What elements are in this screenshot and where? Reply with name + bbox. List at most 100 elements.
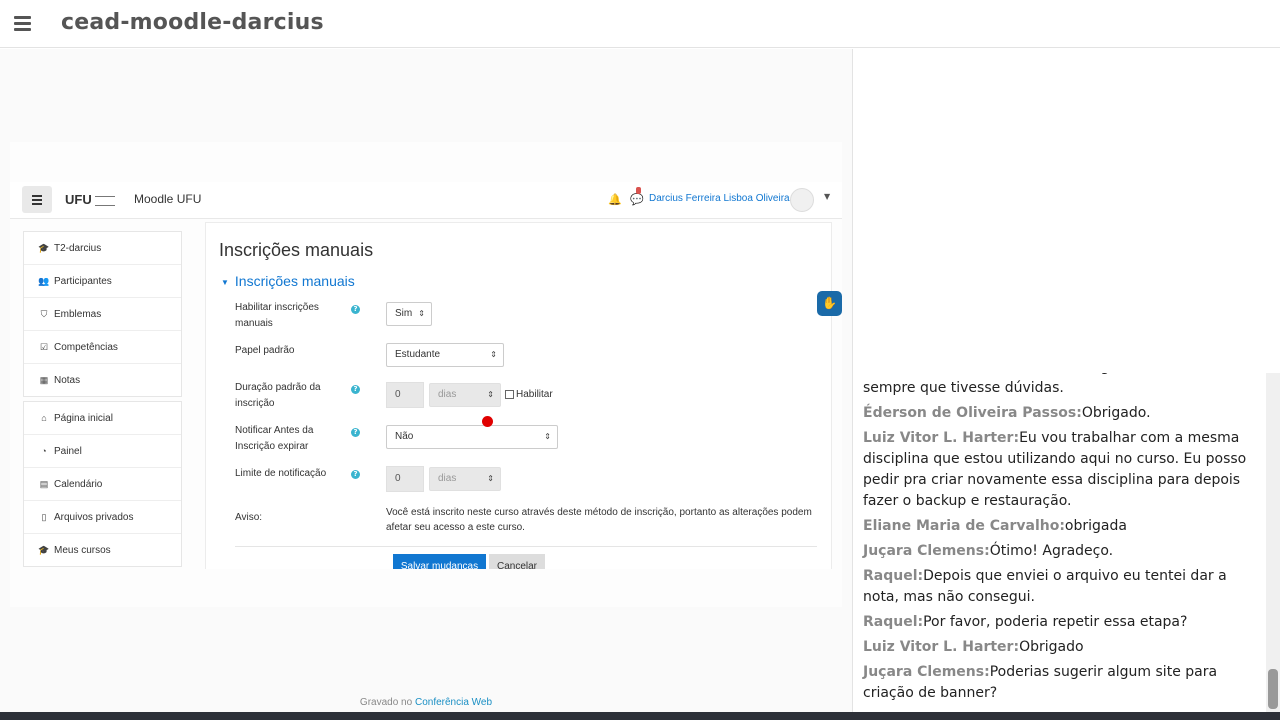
duration-unit-value: dias <box>438 389 457 400</box>
table-icon: ▦ <box>39 374 49 385</box>
user-name[interactable]: Darcius Ferreira Lisboa Oliveira <box>649 193 790 204</box>
menu-icon[interactable] <box>14 16 31 31</box>
chat-author: Luiz Vitor L. Harter: <box>863 430 1020 446</box>
sidebar-item[interactable]: ▯ Arquivos privados <box>24 501 181 534</box>
chat-message: São muitos recursos e detalhes e gostari… <box>863 373 1253 399</box>
check-square-icon: ☑ <box>39 341 49 352</box>
select-arrow-icon: ⇕ <box>418 309 425 318</box>
role-select[interactable]: Estudante ⇕ <box>386 343 504 367</box>
chat-message: Juçara Clemens:Poderias sugerir algum si… <box>863 662 1253 704</box>
checkbox-box <box>505 389 514 399</box>
chat-message: Luiz Vitor L. Harter:Obrigado <box>863 637 1253 658</box>
notify-label: Notificar Antes da Inscrição expirar <box>235 425 314 452</box>
warning-text: Você está inscrito neste curso através d… <box>386 507 812 533</box>
chat-message: Éderson de Oliveira Passos:Obrigado. <box>863 403 1253 424</box>
chevron-down-icon[interactable]: ▼ <box>824 192 830 201</box>
file-icon: ▯ <box>41 511 47 522</box>
sidebar-item-label: Arquivos privados <box>54 511 134 523</box>
ufu-logo: UFU <box>65 192 118 207</box>
shared-screen: UFU Moodle UFU 🔔 💬 Darcius Ferreira Lisb… <box>10 142 842 607</box>
sidebar-item-label: Competências <box>54 341 118 353</box>
form-divider <box>235 546 817 547</box>
chat-scrollbar[interactable] <box>1266 373 1280 712</box>
sidebar-item-label: T2-darcius <box>54 242 102 254</box>
chat-author: Raquel: <box>863 568 924 584</box>
chat-messages: São muitos recursos e detalhes e gostari… <box>863 373 1253 708</box>
graduation-cap-icon: 🎓 <box>38 544 50 555</box>
sidebar-item-label: Emblemas <box>54 308 102 320</box>
presenter-pointer <box>482 416 493 427</box>
conferencia-web-link[interactable]: Conferência Web <box>415 697 492 708</box>
sidebar-item[interactable]: ◔ Painel <box>24 435 181 468</box>
chat-text: Por favor, poderia repetir essa etapa? <box>923 614 1188 630</box>
graduation-cap-icon: 🎓 <box>38 242 50 253</box>
page-title: Inscrições manuais <box>219 240 374 260</box>
role-label: Papel padrão <box>235 345 295 356</box>
chat-text: Obrigado <box>1019 639 1084 655</box>
collapse-triangle-icon: ▼ <box>221 277 229 287</box>
chat-message: Luiz Vitor L. Harter:Eu vou trabalhar co… <box>863 428 1253 512</box>
chat-message: Raquel:Depois que enviei o arquivo eu te… <box>863 566 1253 608</box>
help-icon[interactable]: ? <box>351 428 360 437</box>
section-toggle[interactable]: ▼ Inscrições manuais <box>221 273 355 289</box>
duration-enable-label: Habilitar <box>516 389 553 400</box>
avatar[interactable] <box>790 188 814 212</box>
sidebar-item-label: Painel <box>54 445 82 457</box>
chat-text: obrigada <box>1064 518 1127 534</box>
sidebar-item[interactable]: 👥 Participantes <box>24 265 181 298</box>
accessibility-icon[interactable]: ✋ <box>817 291 842 316</box>
sidebar-item[interactable]: ⌂ Página inicial <box>24 402 181 435</box>
moodle-site-name: Moodle UFU <box>134 192 202 206</box>
sidebar-item[interactable]: ▦ Notas <box>24 364 181 396</box>
scrollbar-thumb[interactable] <box>1268 669 1278 709</box>
moodle-navbar: UFU Moodle UFU 🔔 💬 Darcius Ferreira Lisb… <box>10 182 842 219</box>
sidebar-item[interactable]: ☑ Competências <box>24 331 181 364</box>
duration-input[interactable]: 0 <box>386 382 424 408</box>
sidebar-group-site: ⌂ Página inicial ◔ Painel ▤ Calendário ▯ Arquiv… <box>23 401 182 567</box>
bell-icon[interactable]: 🔔 <box>608 193 622 206</box>
select-arrow-icon: ⇕ <box>490 350 497 359</box>
chat-icon[interactable]: 💬 <box>630 193 644 206</box>
threshold-label: Limite de notificação <box>235 468 327 479</box>
top-bar: cead-moodle-darcius <box>0 0 1280 48</box>
sidebar-item[interactable]: ▤ Calendário <box>24 468 181 501</box>
sidebar-item-label: Participantes <box>54 275 112 287</box>
section-title: Inscrições manuais <box>234 273 355 289</box>
home-icon: ⌂ <box>41 413 47 423</box>
recording-footer: Gravado no Conferência Web <box>0 697 852 708</box>
moodle-menu-icon[interactable] <box>22 186 52 213</box>
chat-message: Raquel:Por favor, poderia repetir essa e… <box>863 612 1253 633</box>
duration-unit-select[interactable]: dias ⇕ <box>429 383 501 407</box>
help-icon[interactable]: ? <box>351 385 360 394</box>
help-icon[interactable]: ? <box>351 470 360 479</box>
threshold-input[interactable]: 0 <box>386 466 424 492</box>
moodle-sidebar: 🎓 T2-darcius 👥 Participantes ⛉ Emblemas ☑ Compe… <box>23 231 182 571</box>
enable-select[interactable]: Sim ⇕ <box>386 302 432 326</box>
sidebar-item[interactable]: 🎓 T2-darcius <box>24 232 181 265</box>
duration-label: Duração padrão da inscrição <box>235 382 321 409</box>
chat-panel: São muitos recursos e detalhes e gostari… <box>853 373 1266 712</box>
chat-message: Juçara Clemens:Ótimo! Agradeço. <box>863 541 1253 562</box>
sidebar-item[interactable]: ⛉ Emblemas <box>24 298 181 331</box>
calendar-icon: ▤ <box>39 478 49 489</box>
sidebar-item-label: Calendário <box>54 478 103 490</box>
notify-value: Não <box>395 431 414 442</box>
threshold-unit-value: dias <box>438 473 457 484</box>
sidebar-item-label: Meus cursos <box>54 544 111 556</box>
select-arrow-icon: ⇕ <box>487 474 494 483</box>
help-icon[interactable]: ? <box>351 305 360 314</box>
chat-text: São muitos recursos e detalhes e gostari… <box>863 373 1249 396</box>
notify-select[interactable]: Não ⇕ <box>386 425 558 449</box>
notification-badge <box>636 187 641 194</box>
chat-author: Raquel: <box>863 614 924 630</box>
sidebar-item[interactable]: 🎓 Meus cursos <box>24 534 181 566</box>
duration-enable-checkbox[interactable]: Habilitar <box>505 389 553 400</box>
threshold-unit-select[interactable]: dias ⇕ <box>429 467 501 491</box>
chat-author: Luiz Vitor L. Harter: <box>863 639 1020 655</box>
users-icon: 👥 <box>38 275 50 286</box>
enable-value: Sim <box>395 308 413 319</box>
shield-icon: ⛉ <box>40 308 48 319</box>
sidebar-item-label: Notas <box>54 374 81 386</box>
chat-text: Ótimo! Agradeço. <box>989 543 1114 559</box>
select-arrow-icon: ⇕ <box>544 432 551 441</box>
